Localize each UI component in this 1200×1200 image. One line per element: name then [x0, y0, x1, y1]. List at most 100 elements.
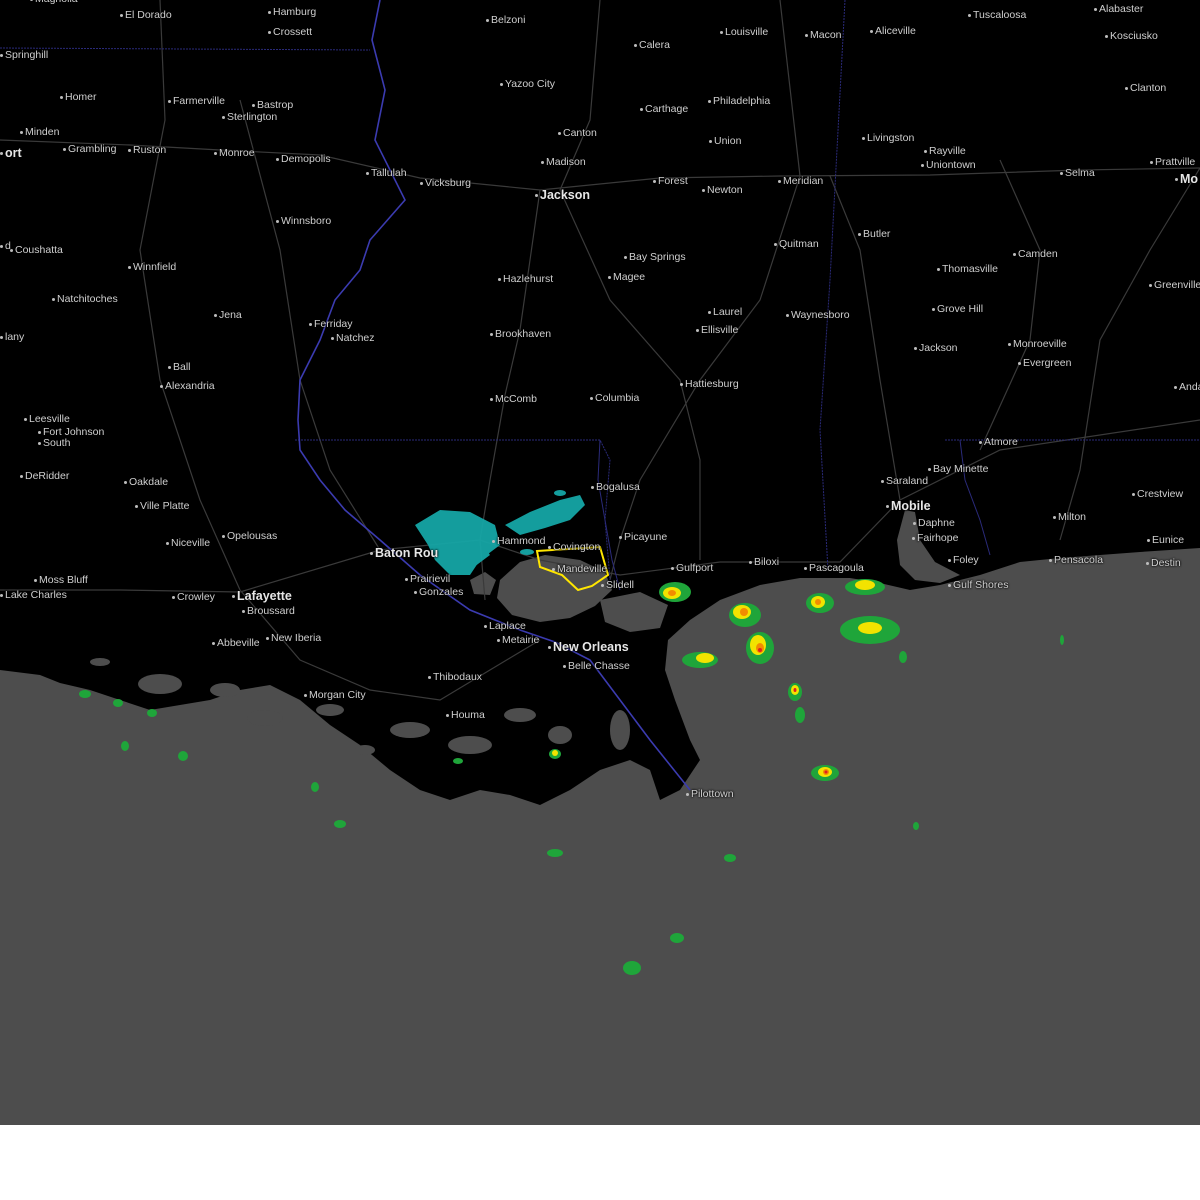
city-label: Belzoni — [486, 15, 525, 26]
city-label: Crestview — [1132, 489, 1183, 500]
city-name: Coushatta — [15, 244, 63, 256]
city-label: Farmerville — [168, 96, 225, 107]
city-name: Crossett — [273, 26, 313, 38]
city-dot-icon — [232, 595, 235, 599]
city-dot-icon — [1018, 361, 1021, 365]
city-name: Canton — [563, 127, 597, 139]
city-dot-icon — [20, 130, 23, 134]
blank-footer — [0, 1125, 1200, 1200]
city-dot-icon — [937, 267, 940, 271]
city-name: Laurel — [713, 306, 743, 318]
city-name: Columbia — [595, 392, 640, 404]
city-label: Ellisville — [696, 325, 738, 336]
city-label: Homer — [60, 92, 97, 103]
city-name: Clanton — [1130, 82, 1167, 94]
city-name: New Orleans — [553, 640, 629, 654]
city-label: Jackson — [535, 189, 590, 202]
city-label: Prairievil — [405, 574, 450, 585]
city-label: New Orleans — [548, 641, 629, 654]
city-dot-icon — [921, 163, 924, 167]
city-label: Natchez — [331, 333, 375, 344]
city-name: Tuscaloosa — [973, 9, 1027, 21]
city-dot-icon — [212, 641, 215, 645]
city-name: Meridian — [783, 175, 824, 187]
city-name: Hammond — [497, 535, 546, 547]
city-label: Winnfield — [128, 262, 176, 273]
city-label: Moss Bluff — [34, 575, 88, 586]
city-name: Jackson — [919, 342, 958, 354]
city-name: Pilottown — [691, 788, 734, 800]
city-label: Oakdale — [124, 477, 168, 488]
city-label: Laplace — [484, 621, 526, 632]
city-label: Magee — [608, 272, 645, 283]
city-name: Alexandria — [165, 380, 215, 392]
city-label: Demopolis — [276, 154, 331, 165]
city-label: Bastrop — [252, 100, 293, 111]
city-name: Daphne — [918, 517, 955, 529]
city-dot-icon — [276, 157, 279, 161]
city-dot-icon — [214, 313, 217, 317]
city-name: Gonzales — [419, 586, 464, 598]
city-label: Houma — [446, 710, 485, 721]
radar-map[interactable]: Magnolia El Dorado Hamburg Belzoni Louisvill… — [0, 0, 1200, 1125]
city-dot-icon — [709, 139, 712, 143]
city-dot-icon — [124, 480, 127, 484]
city-label: Tuscaloosa — [968, 10, 1026, 21]
city-dot-icon — [1049, 558, 1052, 562]
city-dot-icon — [490, 397, 493, 401]
city-label: Morgan City — [304, 690, 366, 701]
city-dot-icon — [619, 535, 622, 539]
city-dot-icon — [968, 13, 971, 17]
city-label: ort — [0, 147, 22, 160]
city-dot-icon — [720, 30, 723, 34]
city-dot-icon — [928, 467, 931, 471]
city-dot-icon — [1125, 86, 1128, 90]
city-label: Magnolia — [30, 0, 78, 5]
city-name: Thomasville — [942, 263, 999, 275]
city-name: Andalusia — [1179, 381, 1200, 393]
city-dot-icon — [881, 479, 884, 483]
city-dot-icon — [541, 160, 544, 164]
city-name: Destin — [1151, 557, 1181, 569]
city-name: El Dorado — [125, 9, 172, 21]
city-name: Bay Minette — [933, 463, 989, 475]
city-label: Forest — [653, 176, 688, 187]
city-label: Sterlington — [222, 112, 277, 123]
city-dot-icon — [268, 10, 271, 14]
city-label: Uniontown — [921, 160, 976, 171]
city-name: Yazoo City — [505, 78, 555, 90]
city-name: Leesville — [29, 413, 70, 425]
city-label: Columbia — [590, 393, 639, 404]
city-label: Madison — [541, 157, 586, 168]
city-dot-icon — [671, 566, 674, 570]
city-label: Union — [709, 136, 741, 147]
city-name: Houma — [451, 709, 485, 721]
city-name: Lafayette — [237, 589, 292, 603]
city-label: lany — [0, 332, 24, 343]
city-name: Livingston — [867, 132, 915, 144]
city-name: Slidell — [606, 579, 635, 591]
city-label: Calera — [634, 40, 670, 51]
city-dot-icon — [948, 583, 951, 587]
city-name: Mo — [1180, 172, 1199, 186]
city-dot-icon — [548, 646, 551, 650]
city-dot-icon — [1105, 34, 1108, 38]
city-name: Natchitoches — [57, 293, 118, 305]
city-dot-icon — [309, 322, 312, 326]
city-label: Eunice — [1147, 535, 1184, 546]
city-name: Greenville — [1154, 279, 1200, 291]
city-name: Biloxi — [754, 556, 780, 568]
city-name: Homer — [65, 91, 97, 103]
city-name: Niceville — [171, 537, 211, 549]
city-label: Hammond — [492, 536, 545, 547]
city-name: Brookhaven — [495, 328, 552, 340]
city-name: Milton — [1058, 511, 1087, 523]
city-label: Thibodaux — [428, 672, 482, 683]
city-label: Ferriday — [309, 319, 353, 330]
city-label: Opelousas — [222, 531, 277, 542]
city-label: Picayune — [619, 532, 667, 543]
city-dot-icon — [914, 346, 917, 350]
city-dot-icon — [870, 29, 873, 33]
city-dot-icon — [558, 131, 561, 135]
city-dot-icon — [414, 590, 417, 594]
